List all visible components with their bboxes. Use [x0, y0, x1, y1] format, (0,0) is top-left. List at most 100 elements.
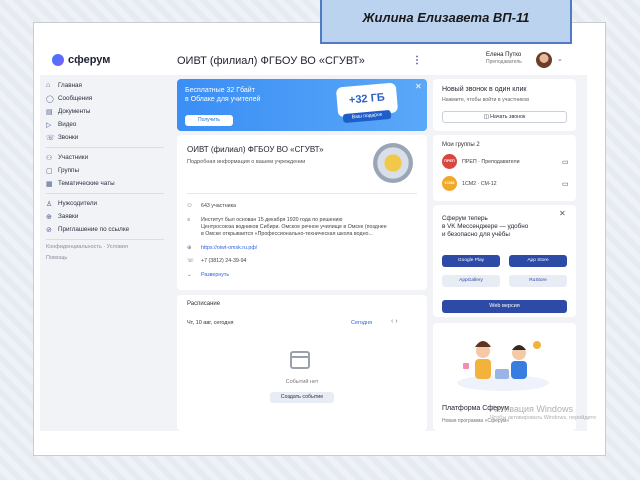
topics-icon: ▦ [46, 180, 53, 188]
vk-line-2: в VK Мессенджере — удобно [442, 223, 529, 230]
my-groups-card: Мои группы 2 ПРЕП ПРЕП · Преподаватели ▭… [433, 135, 576, 201]
description-line: Институт был основан 15 декабря 1920 год… [201, 217, 343, 223]
divider [46, 147, 164, 148]
group-badge: ПРЕП [442, 154, 457, 169]
help-link[interactable]: Помощь [46, 254, 170, 262]
schedule-card: Расписание Чт, 10 авг, сегодня Сегодня ‹… [177, 295, 427, 431]
today-button[interactable]: Сегодня [351, 320, 372, 326]
group-label: 1СМ2 · СМ-12 [462, 180, 497, 187]
sferum-app: сферум ОИВТ (филиал) ФГБОУ ВО «СГУВТ» ⋮ … [40, 47, 587, 431]
start-call-label: Начать звонок [490, 114, 526, 120]
phone-row[interactable]: ☏ +7 (3812) 24-39-94 [187, 258, 247, 265]
avatar[interactable] [536, 52, 552, 68]
app-store-button[interactable]: App Store [509, 255, 567, 267]
sidebar-item-groups[interactable]: ▢ Группы [46, 164, 170, 177]
description-line: в Омске открывается «Профессионально-тех… [201, 231, 373, 237]
top-bar: сферум ОИВТ (филиал) ФГБОУ ВО «СГУВТ» ⋮ … [40, 47, 587, 75]
sidebar-item-label: Видео [58, 121, 77, 128]
empty-state-text: Событий нет [285, 379, 319, 385]
sidebar-item-invite-link[interactable]: ⊘ Приглашение по ссылке [46, 223, 170, 236]
video-call-icon[interactable]: ▭ [562, 158, 569, 166]
schedule-date: Чт, 10 авг, сегодня [187, 320, 234, 326]
get-storage-button[interactable]: Получить [185, 115, 233, 126]
chat-icon: ◯ [46, 95, 54, 103]
website-link[interactable]: https://oiwt-omsk.ru.рф/ [201, 245, 257, 252]
home-icon: ⌂ [46, 82, 51, 89]
video-call-icon[interactable]: ▭ [562, 180, 569, 188]
quick-call-card: Новый звонок в один клик Нажмите, чтобы … [433, 79, 576, 131]
sidebar: ⌂ Главная ◯ Сообщения ▤ Документы ▷ Видео ☏ З… [46, 79, 170, 262]
logo-text: сферум [68, 54, 111, 66]
members-count: 643 участника [201, 203, 237, 209]
cloud-promo-banner: Бесплатные 32 Гбайт в Облаке для учителе… [177, 79, 427, 131]
vk-line-3: и безопасно для учёбы [442, 231, 510, 238]
user-name: Елена Путко [486, 52, 522, 58]
chevron-down-icon: ⌄ [187, 272, 192, 278]
organization-card: ОИВТ (филиал) ФГБОУ ВО «СГУВТ» Подробная… [177, 135, 427, 290]
promo-line-2: в Облаке для учителей [185, 96, 261, 103]
vk-line-1: Сферум теперь [442, 215, 488, 222]
members-row[interactable]: ⚇ 643 участника [187, 203, 236, 210]
page-title: ОИВТ (филиал) ФГБОУ ВО «СГУВТ» [177, 55, 365, 67]
sidebar-item-home[interactable]: ⌂ Главная [46, 79, 170, 92]
close-icon[interactable]: ✕ [559, 209, 566, 218]
organization-emblem [373, 143, 413, 183]
slide-caption: Жилина Елизавета ВП-11 [320, 0, 572, 44]
sidebar-item-label: Главная [58, 82, 82, 89]
vk-text: Сферум теперь в VK Мессенджере — удобно … [442, 215, 528, 239]
sidebar-item-parents[interactable]: ♙ Нужсодители [46, 197, 170, 210]
sidebar-item-label: Звонки [58, 134, 79, 141]
sidebar-item-messages[interactable]: ◯ Сообщения [46, 92, 170, 105]
requests-icon: ⊕ [46, 213, 52, 221]
close-icon[interactable]: ✕ [415, 82, 422, 91]
group-item[interactable]: 1СМ2 1СМ2 · СМ-12 ▭ [442, 176, 569, 191]
user-info[interactable]: Елена Путко Преподаватель [486, 52, 522, 66]
document-icon: ▤ [46, 108, 53, 116]
chevron-down-icon[interactable]: ⌄ [557, 55, 563, 63]
google-play-button[interactable]: Google Play [442, 255, 500, 267]
expand-row[interactable]: ⌄ Развернуть [187, 272, 229, 279]
more-options-icon[interactable]: ⋮ [412, 55, 422, 66]
user-role: Преподаватель [486, 59, 522, 65]
expand-link[interactable]: Развернуть [201, 272, 229, 279]
date-nav-arrows[interactable]: ‹ › [391, 318, 398, 325]
sidebar-item-requests[interactable]: ⊕ Заявки [46, 210, 170, 223]
people-illustration [457, 341, 549, 391]
group-badge: 1СМ2 [442, 176, 457, 191]
globe-icon: ⊕ [187, 245, 192, 251]
web-version-button[interactable]: Web версия [442, 300, 567, 313]
text-icon: ≡ [187, 217, 191, 223]
group-label: ПРЕП · Преподаватели [462, 158, 520, 165]
person-icon: ♙ [46, 200, 53, 208]
create-event-button[interactable]: Создать событие [270, 392, 334, 403]
phone-icon: ☏ [46, 134, 55, 142]
sidebar-item-label: Сообщения [58, 95, 93, 102]
sidebar-item-label: Тематические чаты [58, 180, 115, 187]
video-icon: ▷ [46, 121, 52, 129]
sidebar-item-members[interactable]: ⚇ Участники [46, 151, 170, 164]
logo[interactable]: сферум [52, 54, 110, 66]
description-line: Центросоюза водников Сибири. Омское речн… [201, 224, 387, 230]
phone-number: +7 (3812) 24-39-94 [201, 258, 247, 264]
start-call-button[interactable]: ◫ Начать звонок [442, 111, 567, 123]
call-subtitle: Нажмите, чтобы войти в участников [442, 97, 529, 103]
rustore-button[interactable]: RuStore [509, 275, 567, 287]
link-icon: ⊘ [46, 226, 52, 234]
sidebar-item-label: Группы [58, 167, 79, 174]
group-item[interactable]: ПРЕП ПРЕП · Преподаватели ▭ [442, 154, 569, 169]
sidebar-item-topics[interactable]: ▦ Тематические чаты [46, 177, 170, 190]
sidebar-item-documents[interactable]: ▤ Документы [46, 105, 170, 118]
divider [46, 239, 164, 240]
sidebar-item-label: Заявки [58, 213, 79, 220]
promo-text: Бесплатные 32 Гбайт в Облаке для учителе… [185, 86, 260, 104]
windows-activation-hint: Чтобы активировать Windows, перейдите [490, 415, 597, 421]
sidebar-item-calls[interactable]: ☏ Звонки [46, 131, 170, 144]
website-row[interactable]: ⊕ https://oiwt-omsk.ru.рф/ [187, 245, 257, 252]
divider [46, 193, 164, 194]
footer-links[interactable]: Конфиденциальность · Условия [46, 243, 170, 251]
sidebar-item-label: Нужсодители [58, 200, 98, 207]
logo-mark-icon [52, 54, 64, 66]
sidebar-item-video[interactable]: ▷ Видео [46, 118, 170, 131]
app-gallery-button[interactable]: AppGallery [442, 275, 500, 287]
sidebar-item-label: Документы [58, 108, 91, 115]
